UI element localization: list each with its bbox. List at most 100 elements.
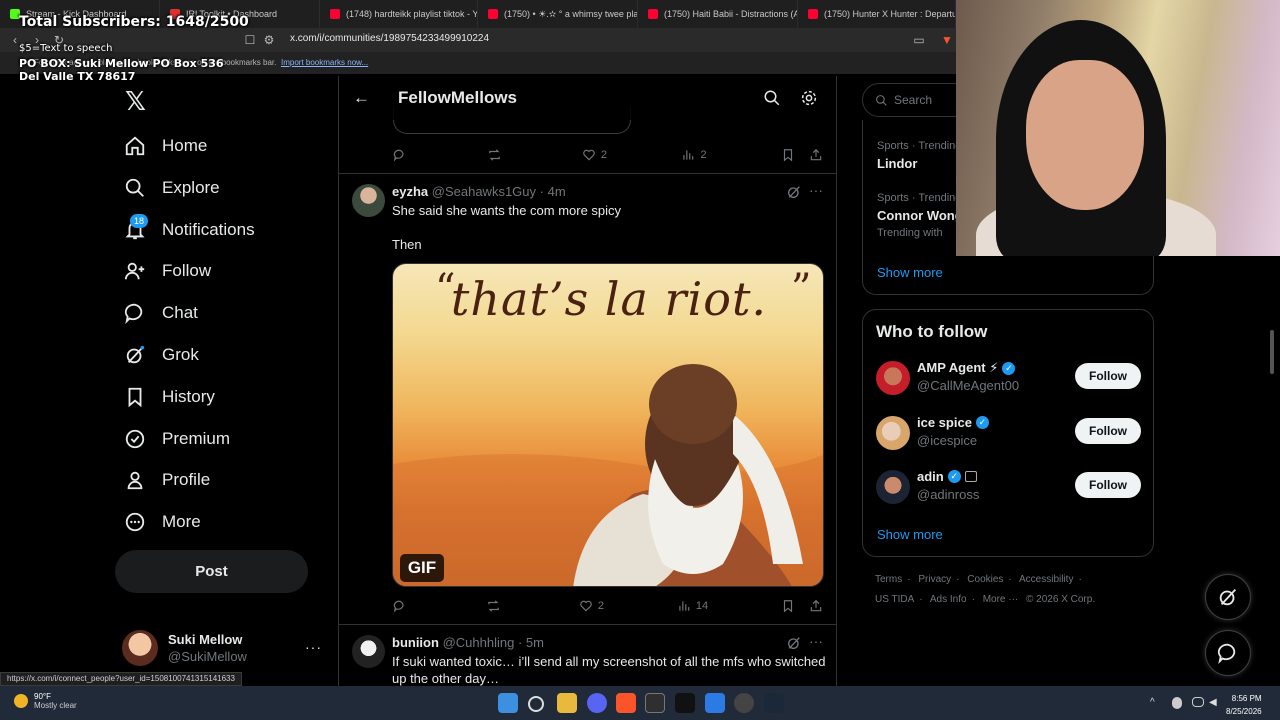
accessibility-link[interactable]: Accessibility (1019, 574, 1073, 585)
tab-youtube-4[interactable]: (1750) Hunter X Hunter : Departure (798, 0, 956, 28)
follow-suggestion[interactable]: ice spice ✓ @icespice Follow (876, 413, 1142, 453)
tweet-time[interactable]: 5m (526, 635, 544, 650)
tweet[interactable]: buniion @Cuhhhling · 5m ··· If suki want… (339, 625, 836, 686)
cast-icon[interactable]: ▭ (912, 33, 926, 47)
follow-button[interactable]: Follow (1075, 472, 1141, 498)
tweet-text: She said she wants the com more spicy (392, 203, 622, 218)
gear-icon[interactable] (800, 89, 818, 107)
url-field[interactable]: x.com/i/communities/1989754233499910224 (290, 33, 489, 44)
site-info-icon[interactable]: ⚙ (262, 33, 276, 47)
left-navigation (0, 76, 338, 686)
grok-icon[interactable] (786, 184, 802, 200)
avatar[interactable] (352, 635, 385, 668)
nav-history[interactable]: History (124, 382, 215, 412)
taskbar-clock[interactable]: 8:56 PM 8/25/2026 (1226, 692, 1262, 718)
tweet-author-handle[interactable]: @Cuhhhling (443, 635, 515, 650)
suggestion-name[interactable]: adin (917, 469, 944, 484)
like-button[interactable]: 2 (579, 599, 604, 613)
epic-games-icon[interactable] (645, 693, 665, 713)
network-icon[interactable] (1192, 697, 1204, 707)
weather-widget[interactable]: 90°F Mostly clear (14, 692, 77, 710)
more-icon[interactable]: ··· (809, 182, 825, 198)
tab-youtube-1[interactable]: (1748) hardteikk playlist tiktok - You (320, 0, 478, 28)
like-button[interactable]: 2 (582, 148, 607, 162)
nav-home[interactable]: Home (124, 131, 207, 161)
volume-icon[interactable]: ◀ (1209, 697, 1221, 708)
more-icon[interactable]: ··· (809, 633, 825, 649)
terminal-icon[interactable] (675, 693, 695, 713)
file-explorer-icon[interactable] (557, 693, 577, 713)
grok-fab[interactable] (1205, 574, 1251, 620)
cookies-link[interactable]: Cookies (967, 574, 1003, 585)
tweet-time[interactable]: 4m (548, 184, 566, 199)
copyright: © 2026 X Corp. (1026, 594, 1096, 605)
avatar[interactable] (352, 184, 385, 217)
tweet-author-name[interactable]: eyzha (392, 184, 428, 199)
import-bookmarks-link[interactable]: Import bookmarks now... (281, 58, 368, 67)
share-icon[interactable] (809, 599, 823, 613)
follow-suggestion[interactable]: adin ✓ @adinross Follow (876, 467, 1142, 507)
share-icon[interactable] (809, 148, 823, 162)
chat-icon (124, 302, 146, 324)
search-icon[interactable] (763, 89, 781, 107)
nav-profile[interactable]: Profile (124, 465, 210, 495)
brave-shield-icon[interactable]: ▼ (940, 33, 954, 47)
suggestion-name[interactable]: AMP Agent ⚡ (917, 360, 998, 376)
brave-icon[interactable] (616, 693, 636, 713)
nav-premium[interactable]: Premium (124, 424, 230, 454)
follow-suggestion[interactable]: AMP Agent ⚡ ✓ @CallMeAgent00 Follow (876, 358, 1142, 398)
steam-icon[interactable] (764, 693, 784, 713)
back-arrow-icon[interactable]: ← (353, 88, 370, 108)
tweet-author-handle[interactable]: @Seahawks1Guy (432, 184, 536, 199)
us-tida-link[interactable]: US TIDA (875, 594, 914, 605)
nav-chat[interactable]: Chat (124, 298, 198, 328)
trend-item[interactable]: Sports · Trending Lindor (877, 140, 961, 171)
trend-item[interactable]: Sports · Trending Connor Wong Trending w… (877, 192, 963, 239)
nav-explore[interactable]: Explore (124, 173, 220, 203)
obs-icon[interactable] (734, 693, 754, 713)
follow-button[interactable]: Follow (1075, 418, 1141, 444)
scrollbar-thumb[interactable] (1270, 330, 1274, 374)
repost-icon[interactable] (486, 599, 506, 613)
messages-fab[interactable] (1205, 630, 1251, 676)
tab-youtube-3[interactable]: (1750) Haiti Babii - Distractions (Au (638, 0, 798, 28)
avatar[interactable] (876, 361, 910, 395)
tweet[interactable]: eyzha @Seahawks1Guy · 4m ··· She said sh… (339, 174, 836, 624)
discord-icon[interactable] (587, 693, 607, 713)
bookmark-icon[interactable] (781, 148, 795, 162)
suggestion-name[interactable]: ice spice (917, 415, 972, 430)
privacy-link[interactable]: Privacy (918, 574, 951, 585)
terms-link[interactable]: Terms (875, 574, 902, 585)
account-more-icon[interactable]: ··· (305, 639, 322, 655)
bookmark-icon[interactable] (781, 599, 795, 613)
show-more-link[interactable]: Show more (877, 527, 943, 542)
nav-more[interactable]: More (124, 507, 201, 537)
nav-grok[interactable]: Grok (124, 340, 199, 370)
ads-info-link[interactable]: Ads Info (930, 594, 967, 605)
views-button[interactable]: 2 (681, 148, 707, 162)
reply-icon[interactable] (393, 599, 413, 613)
chevron-up-icon[interactable]: ^ (1150, 697, 1160, 708)
app-icon[interactable] (705, 693, 725, 713)
show-more-link[interactable]: Show more (877, 265, 943, 280)
grok-icon[interactable] (786, 635, 802, 651)
page-title: FellowMellows (398, 88, 518, 107)
x-logo-icon[interactable]: 𝕏 (125, 86, 146, 117)
nav-follow[interactable]: Follow (124, 256, 211, 286)
views-button[interactable]: 14 (677, 599, 708, 613)
search-icon[interactable] (528, 696, 544, 712)
microphone-icon[interactable] (1172, 697, 1182, 709)
avatar[interactable] (876, 470, 910, 504)
tweet-gif[interactable]: “ that’s la riot. ” GIF (392, 263, 824, 587)
post-button[interactable]: Post (115, 550, 308, 593)
repost-icon[interactable] (487, 148, 507, 162)
reply-icon[interactable] (393, 148, 413, 162)
follow-button[interactable]: Follow (1075, 363, 1141, 389)
tweet-author-name[interactable]: buniion (392, 635, 439, 650)
more-link[interactable]: More ··· (983, 594, 1019, 605)
windows-start-icon[interactable] (498, 693, 518, 713)
tab-youtube-2[interactable]: (1750) • ☀︎.✫ ° a whimsy twee pla (478, 0, 638, 28)
bookmark-star-icon[interactable]: ☐ (243, 33, 257, 47)
avatar[interactable] (876, 416, 910, 450)
account-switcher[interactable]: Suki Mellow @SukiMellow (122, 630, 247, 666)
